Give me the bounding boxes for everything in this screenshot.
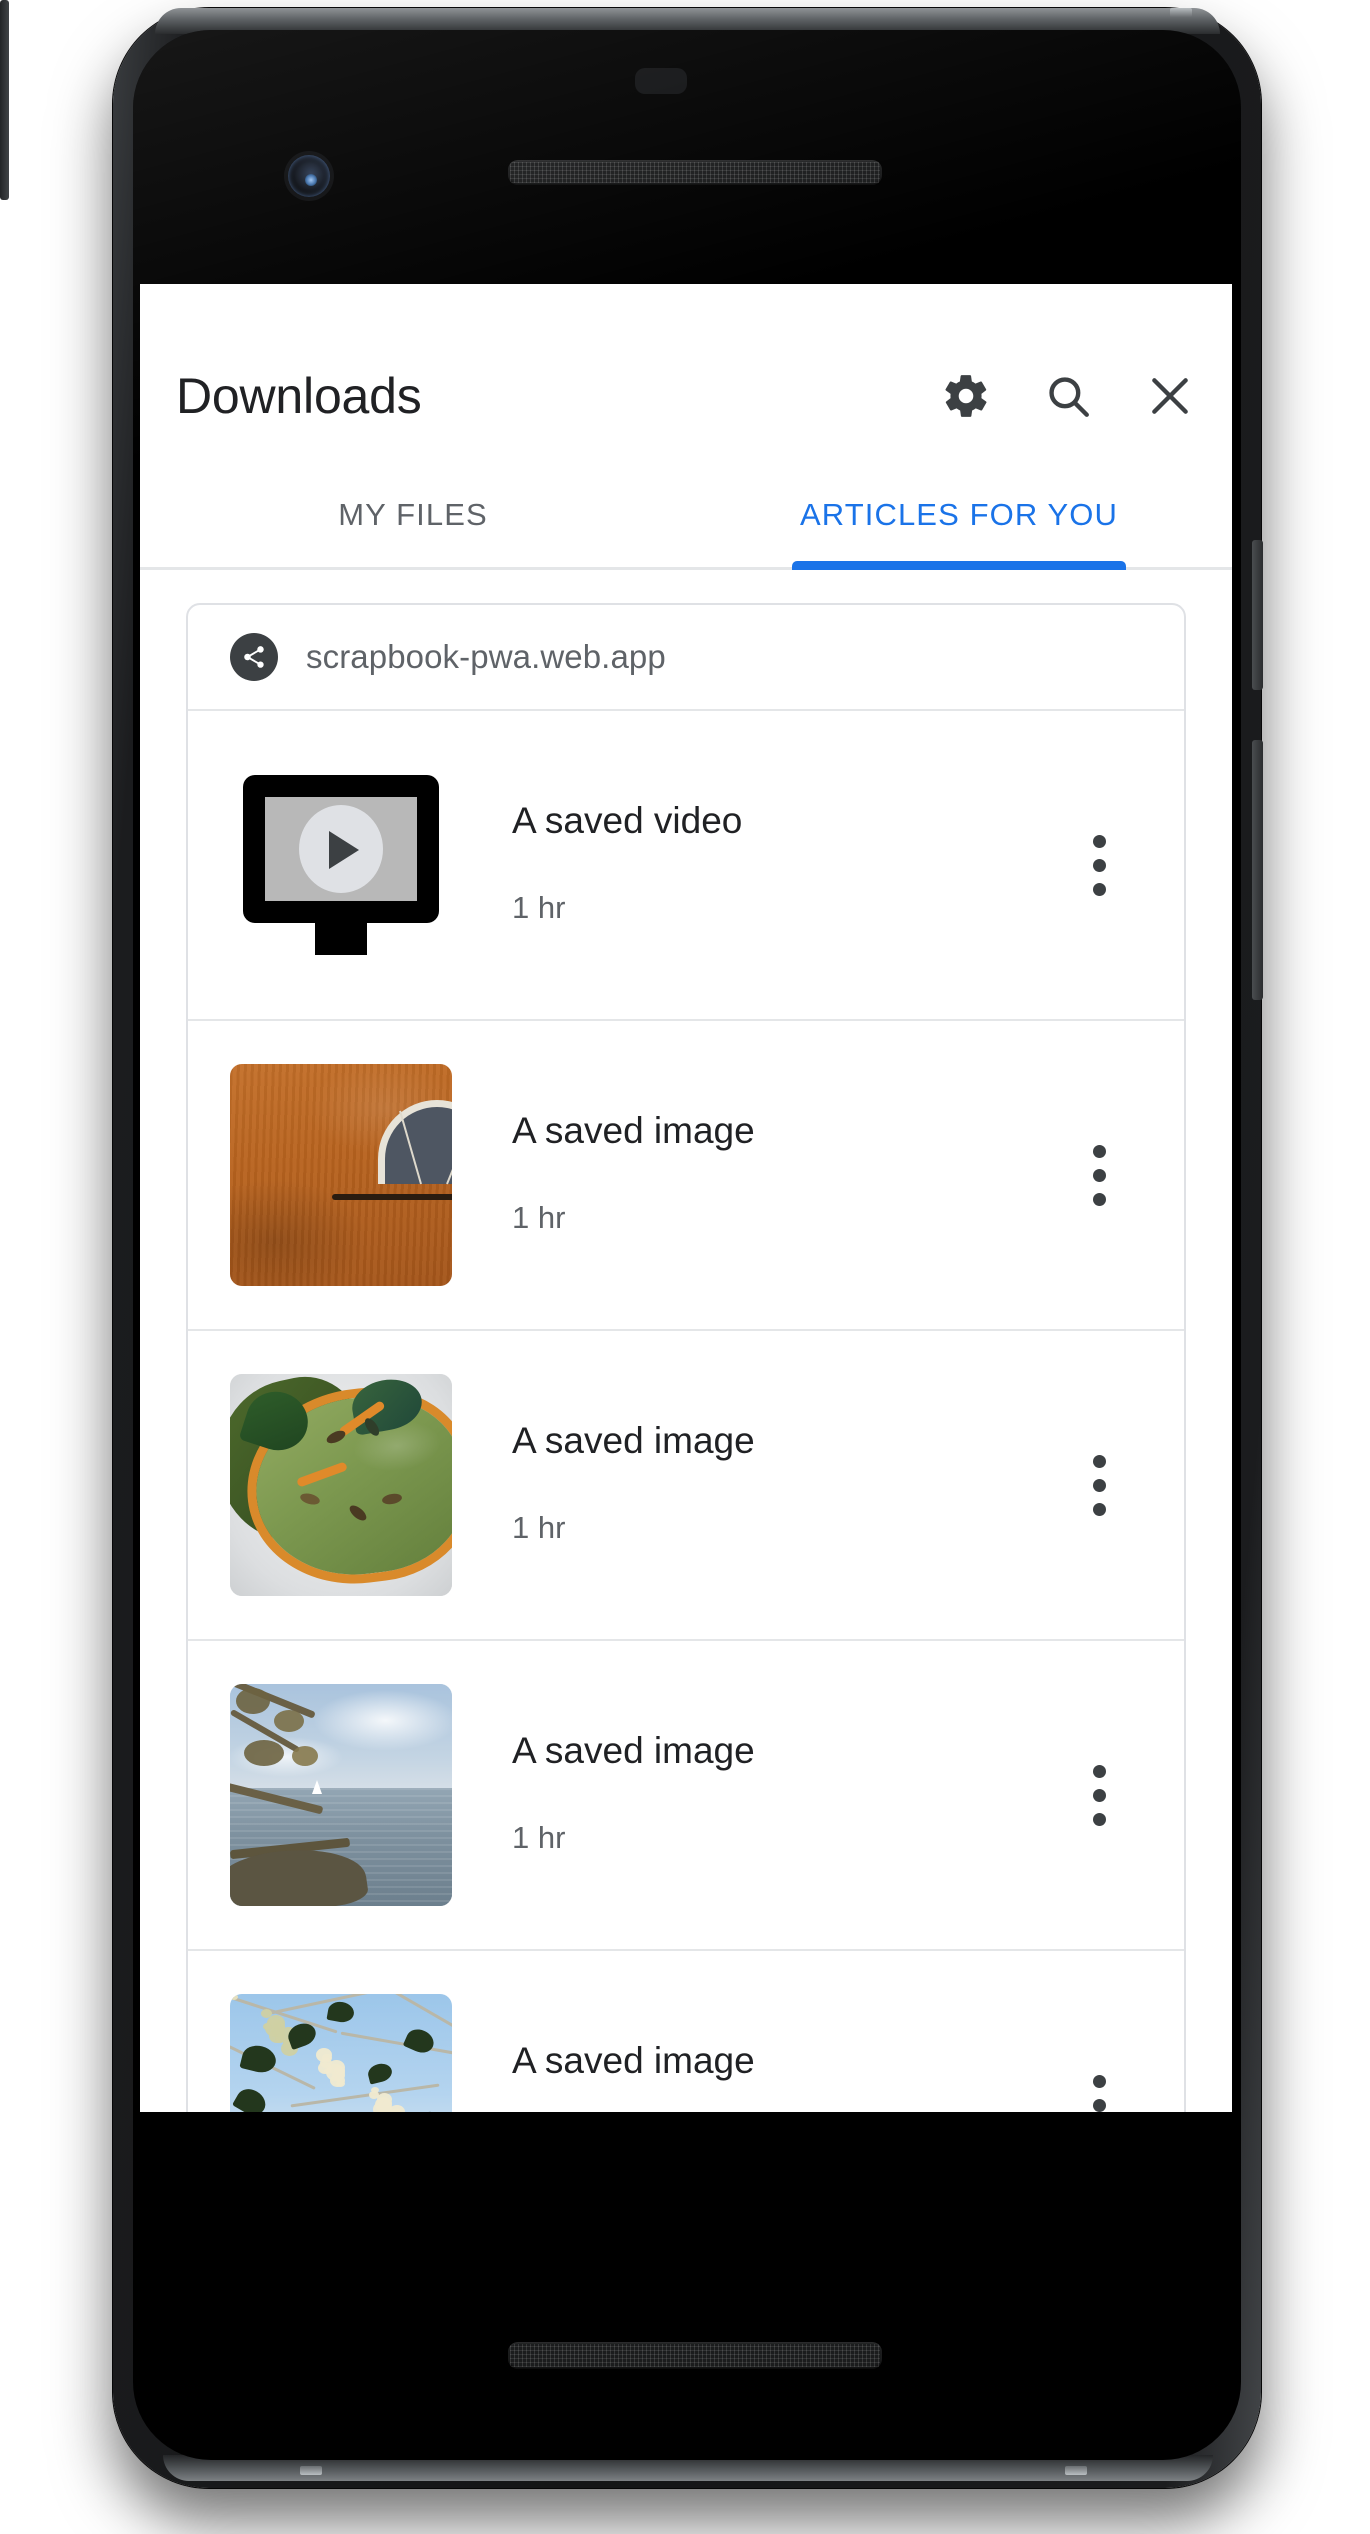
proximity-sensor bbox=[635, 68, 687, 94]
cell-signal-icon bbox=[1113, 301, 1147, 335]
tab-bar: MY FILES ARTICLES FOR YOU bbox=[140, 462, 1232, 570]
bottom-speaker-grille bbox=[508, 2342, 882, 2369]
list-item[interactable]: A saved image 1 hr bbox=[188, 1949, 1184, 2112]
list-item[interactable]: A saved image 1 hr bbox=[188, 1639, 1184, 1949]
share-icon bbox=[230, 633, 278, 681]
earpiece-speaker-grille bbox=[508, 160, 882, 185]
sailboat bbox=[312, 1780, 322, 1794]
more-options-icon[interactable] bbox=[1060, 1120, 1138, 1230]
settings-icon[interactable] bbox=[936, 366, 996, 426]
arched-window bbox=[378, 1100, 452, 1184]
vibrate-icon bbox=[999, 301, 1033, 335]
wifi-icon bbox=[1055, 300, 1091, 336]
item-title: A saved image bbox=[512, 1110, 755, 1151]
tab-my-files-label: MY FILES bbox=[338, 496, 488, 532]
list-item[interactable]: A saved image 1 hr bbox=[188, 1019, 1184, 1329]
blossom bbox=[263, 2023, 272, 2030]
orange-wall-photo bbox=[230, 1064, 452, 1286]
item-subtitle: 1 hr bbox=[512, 890, 566, 925]
status-bar-icons bbox=[999, 300, 1195, 336]
tab-active-indicator bbox=[792, 561, 1126, 570]
blossom bbox=[261, 2009, 272, 2018]
frame-antenna-line-bottom-right bbox=[1065, 2466, 1087, 2475]
item-subtitle: 1 hr bbox=[512, 1510, 566, 1545]
camera-lens-icon bbox=[305, 174, 317, 186]
app-screen: Downloads MY FILES ARTICLES FOR YOU scra… bbox=[140, 284, 1232, 2112]
foliage bbox=[244, 1740, 284, 1766]
video-placeholder-icon bbox=[230, 754, 452, 976]
item-subtitle: 1 hr bbox=[512, 1820, 566, 1855]
more-options-icon[interactable] bbox=[1060, 810, 1138, 920]
list-item[interactable]: A saved video 1 hr bbox=[188, 709, 1184, 1019]
avocado-toast-photo bbox=[230, 1374, 452, 1596]
lake-sailboat-photo bbox=[230, 1684, 452, 1906]
item-title: A saved image bbox=[512, 1420, 755, 1461]
play-triangle-icon bbox=[329, 831, 359, 869]
foliage bbox=[274, 1710, 304, 1732]
more-options-icon[interactable] bbox=[1060, 1430, 1138, 1540]
item-texts: A saved image 1 hr bbox=[512, 1730, 1060, 1860]
blossom bbox=[316, 2048, 332, 2062]
frame-left-rail bbox=[0, 0, 9, 200]
list-item[interactable]: A saved image 1 hr bbox=[188, 1329, 1184, 1639]
toolbar-actions bbox=[936, 366, 1200, 426]
page-title: Downloads bbox=[176, 368, 422, 424]
articles-list[interactable]: scrapbook-pwa.web.app A saved video 1 hr bbox=[140, 573, 1232, 2112]
tab-articles-for-you[interactable]: ARTICLES FOR YOU bbox=[686, 462, 1232, 570]
search-icon[interactable] bbox=[1038, 366, 1098, 426]
more-options-icon[interactable] bbox=[1060, 1740, 1138, 1850]
volume-button[interactable] bbox=[1252, 740, 1263, 1000]
tree-twig bbox=[385, 1994, 452, 2034]
foliage bbox=[236, 1688, 270, 1714]
tree-twig bbox=[270, 1994, 380, 2015]
wall-ledge bbox=[332, 1194, 452, 1200]
dark-leaf bbox=[366, 2061, 394, 2085]
tab-articles-for-you-label: ARTICLES FOR YOU bbox=[800, 496, 1118, 532]
publisher-name: scrapbook-pwa.web.app bbox=[306, 638, 666, 675]
item-texts: A saved image 1 hr bbox=[512, 1110, 1060, 1240]
front-camera-icon bbox=[288, 155, 330, 197]
frame-antenna-line-bottom-left bbox=[300, 2466, 322, 2475]
card-header: scrapbook-pwa.web.app bbox=[188, 605, 1184, 709]
power-button[interactable] bbox=[1252, 540, 1263, 690]
tree-twig bbox=[340, 2031, 452, 2056]
tv-stand bbox=[315, 919, 367, 955]
tab-my-files[interactable]: MY FILES bbox=[140, 462, 686, 567]
item-title: A saved image bbox=[512, 2040, 755, 2081]
more-options-icon[interactable] bbox=[1060, 2050, 1138, 2112]
status-bar-clock: 3:31 bbox=[182, 293, 262, 336]
dark-leaf bbox=[402, 2025, 438, 2057]
blossom bbox=[230, 1994, 238, 2000]
item-texts: A saved video 1 hr bbox=[512, 800, 1060, 930]
app-toolbar: Downloads bbox=[140, 330, 1232, 462]
item-title: A saved video bbox=[512, 800, 743, 841]
foliage bbox=[292, 1746, 318, 1766]
close-icon[interactable] bbox=[1140, 366, 1200, 426]
dark-leaf bbox=[232, 2084, 270, 2112]
dark-leaf bbox=[239, 2042, 279, 2076]
item-texts: A saved image 1 hr bbox=[512, 1420, 1060, 1550]
frame-antenna-line-top bbox=[1170, 8, 1192, 17]
item-subtitle: 1 hr bbox=[512, 1200, 566, 1235]
city-blossom-photo bbox=[230, 1994, 452, 2112]
item-texts: A saved image 1 hr bbox=[512, 2040, 1060, 2112]
blossom bbox=[369, 2091, 379, 2099]
blossom bbox=[318, 2062, 332, 2074]
dark-leaf bbox=[414, 2110, 444, 2112]
dark-leaf bbox=[326, 1999, 356, 2025]
battery-icon bbox=[1169, 300, 1195, 336]
blossom bbox=[373, 2101, 392, 2112]
article-card: scrapbook-pwa.web.app A saved video 1 hr bbox=[186, 603, 1186, 2112]
item-title: A saved image bbox=[512, 1730, 755, 1771]
